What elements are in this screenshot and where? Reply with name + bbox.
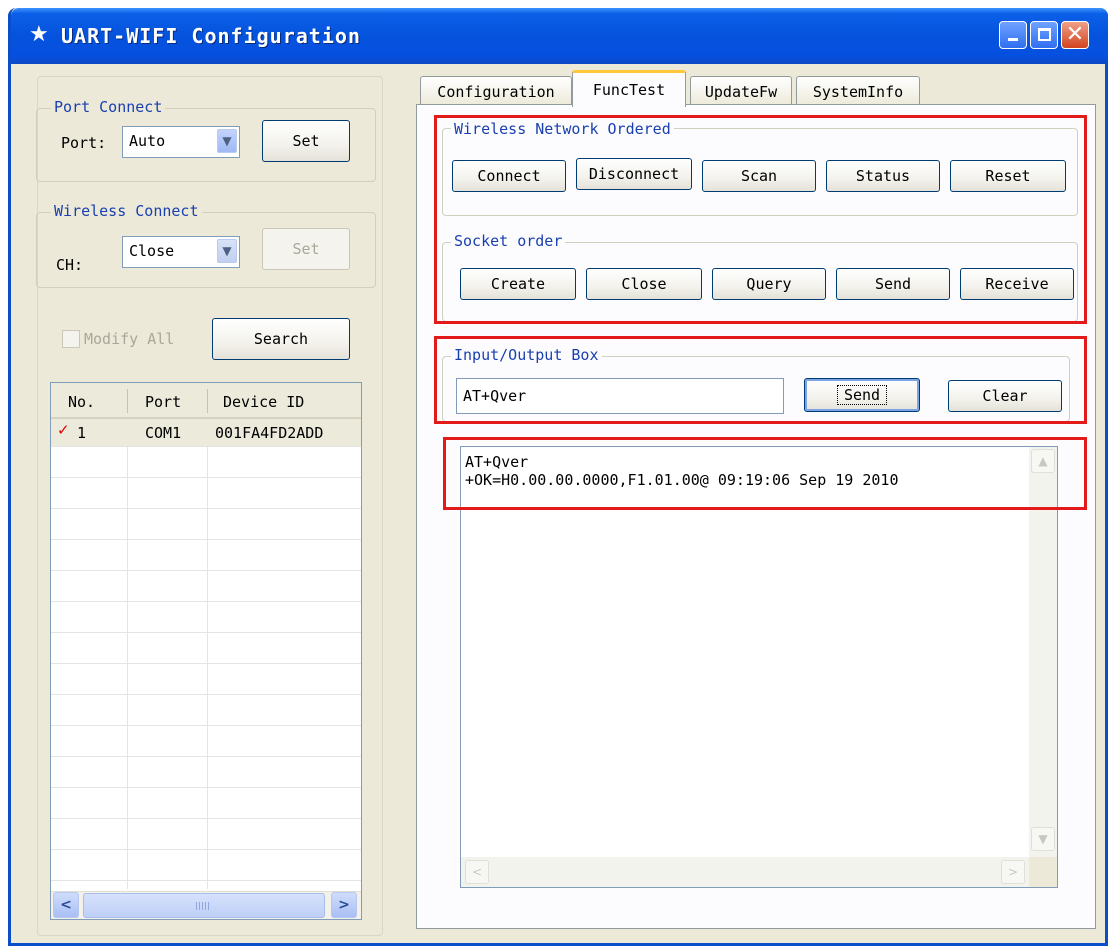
socket-order-legend: Socket order <box>451 232 566 250</box>
channel-select[interactable]: Close ▼ <box>122 236 240 268</box>
scroll-left-icon[interactable]: < <box>465 860 489 884</box>
scroll-left-icon[interactable]: < <box>53 892 79 918</box>
ch-label: CH: <box>56 256 84 274</box>
wireless-network-legend: Wireless Network Ordered <box>451 120 674 138</box>
title-bar[interactable]: ★ UART-WIFI Configuration ✕ <box>11 8 1108 64</box>
output-line: +OK=H0.00.00.0000,F1.01.00@ 09:19:06 Sep… <box>465 471 899 489</box>
output-line: AT+Qver <box>465 453 529 471</box>
io-send-button[interactable]: Send <box>804 378 920 412</box>
column-header-port[interactable]: Port <box>145 393 181 411</box>
close-button[interactable]: ✕ <box>1061 21 1089 49</box>
device-list-header: No. Port Device ID <box>51 383 361 419</box>
minimize-button[interactable] <box>999 21 1027 49</box>
output-vscrollbar[interactable]: ▲ ▼ <box>1029 447 1057 857</box>
connect-button[interactable]: Connect <box>452 160 566 192</box>
scroll-right-icon[interactable]: > <box>1001 860 1025 884</box>
disconnect-button[interactable]: Disconnect <box>576 158 692 190</box>
wireless-connect-legend: Wireless Connect <box>51 202 202 220</box>
maximize-icon <box>1038 28 1051 41</box>
receive-button[interactable]: Receive <box>960 268 1074 300</box>
reset-button[interactable]: Reset <box>950 160 1066 192</box>
port-select[interactable]: Auto ▼ <box>122 126 240 158</box>
port-connect-legend: Port Connect <box>51 98 166 116</box>
wireless-set-button[interactable]: Set <box>262 228 350 270</box>
modify-all-checkbox[interactable] <box>62 330 80 348</box>
device-id-cell: 001FA4FD2ADD <box>215 424 324 442</box>
tab-updatefw[interactable]: UpdateFw <box>690 76 792 106</box>
socket-send-button[interactable]: Send <box>836 268 950 300</box>
channel-select-value: Close <box>129 242 175 260</box>
port-select-value: Auto <box>129 132 166 150</box>
modify-all-label: Modify All <box>84 330 175 348</box>
tab-functest[interactable]: FuncTest <box>572 70 686 107</box>
window-title: UART-WIFI Configuration <box>61 24 361 48</box>
scroll-right-icon[interactable]: > <box>331 892 357 918</box>
status-button[interactable]: Status <box>826 160 940 192</box>
tab-configuration[interactable]: Configuration <box>420 76 572 106</box>
chevron-down-icon[interactable]: ▼ <box>217 239 237 263</box>
device-list[interactable]: No. Port Device ID ✓ 1 COM1 001FA4FD2ADD… <box>50 382 362 920</box>
create-button[interactable]: Create <box>460 268 576 300</box>
tab-systeminfo[interactable]: SystemInfo <box>796 76 920 106</box>
device-no-cell: 1 <box>77 424 87 442</box>
chevron-down-icon[interactable]: ▼ <box>217 129 237 153</box>
query-button[interactable]: Query <box>712 268 826 300</box>
column-header-no[interactable]: No. <box>68 393 95 411</box>
column-header-device-id[interactable]: Device ID <box>223 393 304 411</box>
clear-button[interactable]: Clear <box>948 380 1062 412</box>
close-icon: ✕ <box>1065 22 1085 47</box>
checkmark-icon[interactable]: ✓ <box>57 421 70 439</box>
io-box-legend: Input/Output Box <box>451 346 602 364</box>
star-icon: ★ <box>29 22 49 47</box>
port-label: Port: <box>61 134 107 152</box>
output-hscrollbar[interactable]: < > <box>461 857 1029 887</box>
close-socket-button[interactable]: Close <box>586 268 702 300</box>
minimize-icon <box>1008 38 1018 41</box>
scroll-thumb[interactable] <box>83 893 325 918</box>
table-row[interactable]: ✓ 1 COM1 001FA4FD2ADD <box>51 419 361 446</box>
scroll-up-icon[interactable]: ▲ <box>1031 449 1055 473</box>
command-input-field[interactable] <box>457 379 783 413</box>
command-input[interactable] <box>456 378 784 414</box>
device-list-hscrollbar[interactable]: < > <box>51 891 361 919</box>
device-port-cell: COM1 <box>145 424 182 442</box>
scan-button[interactable]: Scan <box>702 160 816 192</box>
search-button[interactable]: Search <box>212 318 350 360</box>
maximize-button[interactable] <box>1030 21 1058 49</box>
output-textarea[interactable]: AT+Qver +OK=H0.00.00.0000,F1.01.00@ 09:1… <box>460 446 1058 888</box>
port-set-button[interactable]: Set <box>262 120 350 162</box>
scroll-down-icon[interactable]: ▼ <box>1031 827 1055 851</box>
